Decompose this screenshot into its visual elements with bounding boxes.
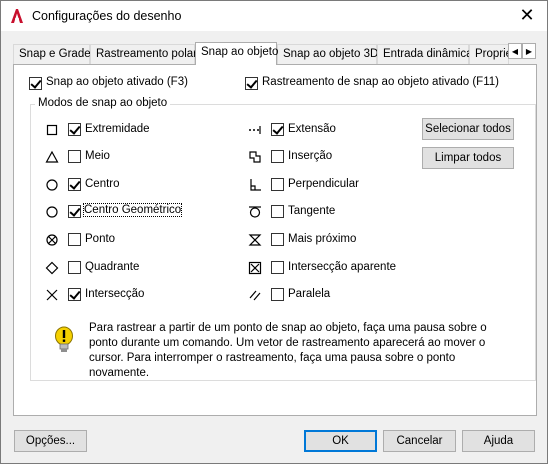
extension-checkbox[interactable] (271, 123, 284, 136)
circle-icon (46, 179, 58, 191)
diamond-icon (45, 261, 59, 275)
insertion-icon (249, 151, 261, 163)
tab-polar-tracking[interactable]: Rastreamento polar (90, 44, 197, 64)
help-button[interactable]: Ajuda (462, 430, 535, 452)
hourglass-icon (248, 234, 262, 246)
circle-icon (46, 206, 58, 218)
geometric-center-checkbox[interactable] (68, 205, 81, 218)
window-title: Configurações do desenho (32, 9, 182, 23)
parallel-label[interactable]: Paralela (288, 288, 330, 300)
tab-snap-grid[interactable]: Snap e Grade (13, 44, 91, 64)
geometric-center-label[interactable]: Centro Geométrico (82, 203, 183, 217)
snap-on-label[interactable]: Snap ao objeto ativado (F3) (46, 76, 188, 88)
tracking-on-checkbox[interactable] (245, 77, 258, 90)
x-icon (46, 289, 58, 301)
node-checkbox[interactable] (68, 233, 81, 246)
quadrant-checkbox[interactable] (68, 261, 81, 274)
tracking-hint-text: Para rastrear a partir de um ponto de sn… (89, 322, 487, 379)
tab-dynamic-input[interactable]: Entrada dinâmica (377, 44, 473, 64)
node-label[interactable]: Ponto (85, 233, 115, 245)
parallel-icon (249, 290, 261, 301)
midpoint-checkbox[interactable] (68, 150, 81, 163)
center-checkbox[interactable] (68, 178, 81, 191)
endpoint-checkbox[interactable] (68, 123, 81, 136)
node-icon (46, 234, 58, 246)
insertion-checkbox[interactable] (271, 150, 284, 163)
apparent-intersection-checkbox[interactable] (271, 261, 284, 274)
square-icon (46, 124, 58, 136)
snap-modes-group-title: Modos de snap ao objeto (35, 97, 171, 109)
perpendicular-checkbox[interactable] (271, 178, 284, 191)
close-button[interactable]: ✕ (517, 5, 537, 25)
close-icon: ✕ (519, 5, 535, 25)
boxed-x-icon (248, 261, 262, 275)
select-all-button[interactable]: Selecionar todos (422, 118, 514, 140)
clear-all-button[interactable]: Limpar todos (422, 147, 514, 169)
chevron-left-icon: ◀ (511, 47, 519, 56)
perpendicular-label[interactable]: Perpendicular (288, 178, 359, 190)
title-bar: Configurações do desenho ✕ (1, 1, 547, 31)
intersection-checkbox[interactable] (68, 288, 81, 301)
quadrant-label[interactable]: Quadrante (85, 261, 139, 273)
tab-scroll-left-button[interactable]: ◀ (508, 43, 522, 59)
center-label[interactable]: Centro (85, 178, 120, 190)
tracking-on-label[interactable]: Rastreamento de snap ao objeto ativado (… (262, 76, 499, 88)
tab-3d-object-snap[interactable]: Snap ao objeto 3D (277, 44, 378, 64)
snap-on-checkbox[interactable] (29, 77, 42, 90)
autocad-app-icon (11, 9, 23, 23)
insertion-label[interactable]: Inserção (288, 150, 332, 162)
tangent-label[interactable]: Tangente (288, 205, 335, 217)
ok-button[interactable]: OK (304, 430, 377, 452)
chevron-right-icon: ▶ (525, 47, 533, 56)
apparent-intersection-label[interactable]: Intersecção aparente (288, 261, 396, 273)
options-button[interactable]: Opções... (14, 430, 87, 452)
tab-properties[interactable]: Proprie (469, 44, 509, 64)
cancel-button[interactable]: Cancelar (383, 430, 456, 452)
perpendicular-icon (250, 179, 261, 191)
triangle-icon (45, 150, 59, 163)
tangent-checkbox[interactable] (271, 205, 284, 218)
nearest-checkbox[interactable] (271, 233, 284, 246)
nearest-label[interactable]: Mais próximo (288, 233, 356, 245)
tab-scroll-right-button[interactable]: ▶ (522, 43, 536, 59)
intersection-label[interactable]: Intersecção (85, 288, 144, 300)
extension-icon (249, 126, 261, 134)
parallel-checkbox[interactable] (271, 288, 284, 301)
endpoint-label[interactable]: Extremidade (85, 123, 150, 135)
lightbulb-icon (55, 326, 73, 352)
dialog-window: Configurações do desenho ✕ Snap e Grade … (0, 0, 548, 464)
tangent-icon (249, 206, 261, 218)
extension-label[interactable]: Extensão (288, 123, 336, 135)
midpoint-label[interactable]: Meio (85, 150, 110, 162)
tab-object-snap[interactable]: Snap ao objeto (195, 42, 278, 65)
tab-strip: Snap e Grade Rastreamento polar Snap ao … (13, 42, 533, 65)
